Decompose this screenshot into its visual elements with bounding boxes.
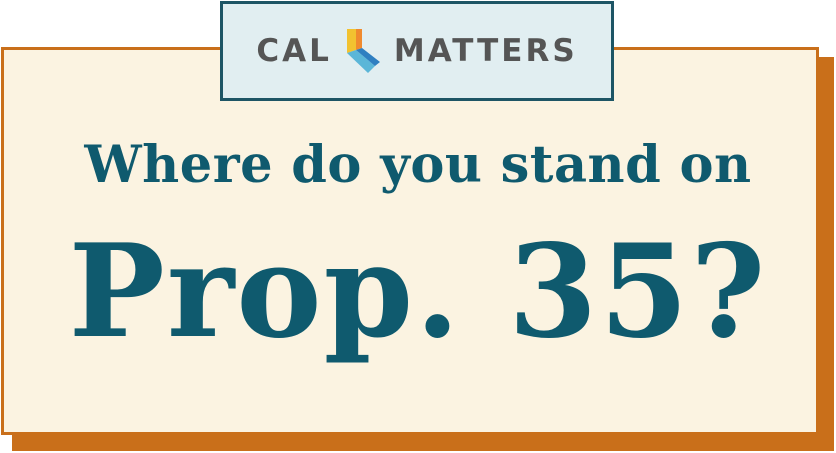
graphic-canvas: CAL MATTERS Where do you stand on Prop. … bbox=[0, 0, 836, 453]
logo-right-text: MATTERS bbox=[393, 32, 578, 69]
headline-question: Where do you stand on bbox=[84, 135, 752, 195]
california-state-icon bbox=[346, 29, 380, 73]
calmatters-logo: CAL MATTERS bbox=[220, 1, 614, 101]
headline-proposition: Prop. 35? bbox=[68, 217, 768, 367]
logo-left-text: CAL bbox=[256, 32, 332, 69]
